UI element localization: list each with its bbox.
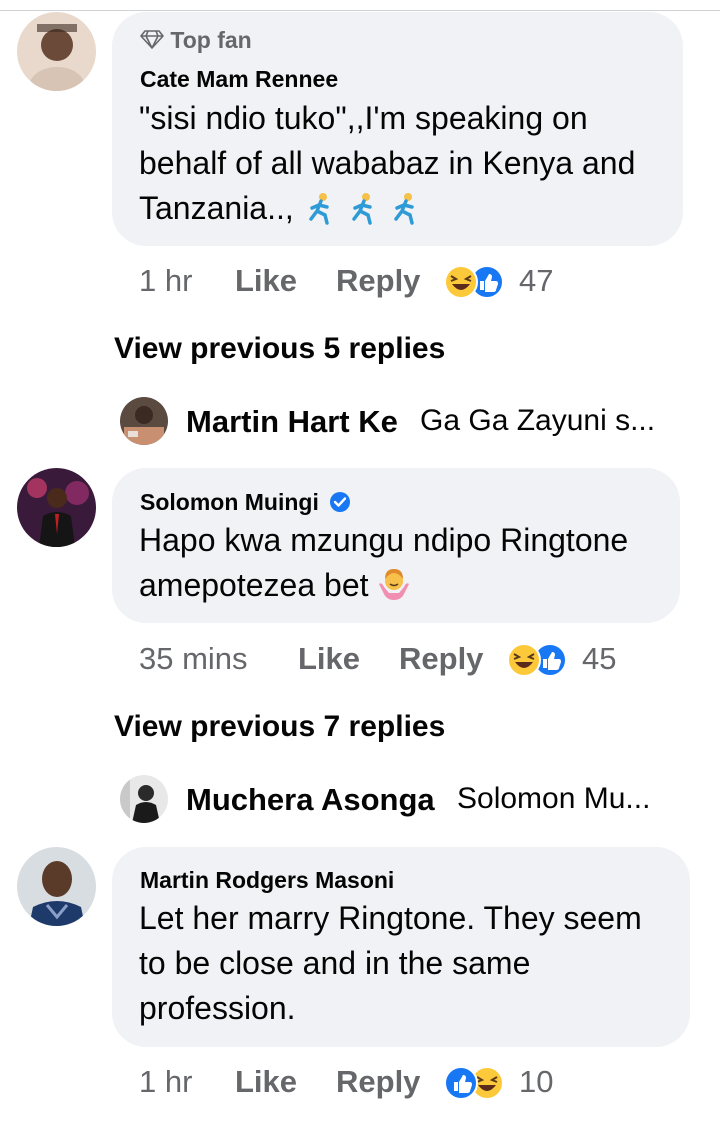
haha-icon <box>507 643 541 677</box>
comment-time: 1 hr <box>139 263 193 298</box>
reaction-count[interactable]: 10 <box>519 1064 553 1100</box>
top-fan-badge: Top fan <box>140 27 252 54</box>
comment-author[interactable]: Solomon Muingi <box>140 489 351 516</box>
view-previous-replies[interactable]: View previous 5 replies <box>114 332 445 366</box>
like-button[interactable]: Like <box>298 641 360 677</box>
verified-badge-icon <box>330 492 351 512</box>
reply-snippet: Ga Ga Zayuni s... <box>420 404 656 437</box>
avatar <box>120 397 168 445</box>
reaction-count[interactable]: 45 <box>582 641 616 677</box>
comment-time: 1 hr <box>139 1064 193 1099</box>
reply-button[interactable]: Reply <box>336 263 420 299</box>
avatar[interactable] <box>17 847 96 926</box>
comment-text: Hapo kwa mzungu ndipo Ringtone amepoteze… <box>139 522 629 603</box>
like-button[interactable]: Like <box>235 263 297 299</box>
comment-text: "sisi ndio tuko",,I'm speaking on behalf… <box>139 100 636 226</box>
reply-preview[interactable]: Martin Hart Ke Ga Ga Zayuni s... <box>120 397 680 447</box>
shrugging-woman-emoji <box>369 567 412 603</box>
top-divider <box>0 0 720 11</box>
avatar <box>120 775 168 823</box>
comment-time: 35 mins <box>139 641 248 676</box>
comment-author[interactable]: Martin Rodgers Masoni <box>140 867 394 894</box>
running-man-emoji <box>294 190 423 226</box>
reaction-icons[interactable] <box>506 643 570 677</box>
avatar[interactable] <box>17 12 96 91</box>
reaction-count[interactable]: 47 <box>519 263 553 299</box>
diamond-icon <box>140 30 164 49</box>
comment-text: Let her marry Ringtone. They seem to be … <box>139 900 642 1026</box>
reaction-icons[interactable] <box>443 1066 507 1100</box>
reply-button[interactable]: Reply <box>336 1064 420 1100</box>
reply-snippet: Solomon Mu... <box>457 782 651 815</box>
view-previous-replies[interactable]: View previous 7 replies <box>114 710 445 744</box>
reply-author: Muchera Asonga <box>186 782 435 817</box>
haha-icon <box>444 265 478 299</box>
reply-button[interactable]: Reply <box>399 641 483 677</box>
like-button[interactable]: Like <box>235 1064 297 1100</box>
reply-author: Martin Hart Ke <box>186 404 398 439</box>
avatar[interactable] <box>17 468 96 547</box>
reaction-icons[interactable] <box>443 265 507 299</box>
badge-label: Top fan <box>170 27 252 53</box>
reply-preview[interactable]: Muchera Asonga Solomon Mu... <box>120 775 680 825</box>
comment-author[interactable]: Cate Mam Rennee <box>140 66 338 93</box>
